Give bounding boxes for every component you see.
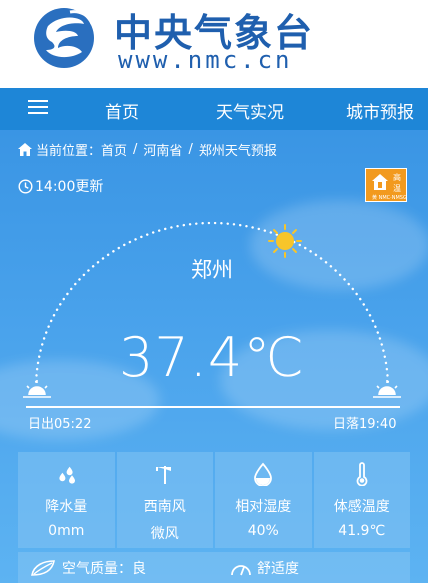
city-name: 郑州 (191, 258, 233, 282)
wind-vane-icon (155, 466, 171, 484)
sun-icon (268, 224, 302, 258)
precipitation-value: 0mm (48, 523, 85, 539)
hamburger-menu-icon[interactable] (28, 100, 48, 116)
card-humidity: 相对湿度 40% (215, 452, 312, 548)
weather-details: 降水量 0mm 西南风 微风 相对湿度 40% 体感温度 41.9℃ (18, 452, 410, 548)
leaf-icon (31, 560, 55, 576)
card-wind: 西南风 微风 (116, 452, 213, 548)
humidity-label: 相对湿度 (235, 499, 292, 515)
wind-direction: 西南风 (143, 499, 186, 515)
comfort-index[interactable]: 舒适度 (230, 558, 299, 578)
air-quality-value: 良 (132, 561, 146, 577)
wind-strength: 微风 (150, 526, 179, 542)
weather-panel: 当前位置： 首页 / 河南省 / 郑州天气预报 14:00更新 高温 黄 NMC… (0, 130, 428, 583)
thermometer-icon (356, 462, 368, 486)
bottom-info-bar: 空气质量： 良 舒适度 (18, 552, 410, 583)
nav-item-live-weather[interactable]: 天气实况 (216, 98, 284, 123)
nav-item-home[interactable]: 首页 (105, 98, 139, 123)
nav-item-city-forecast[interactable]: 城市预报 (346, 98, 414, 123)
sunrise-time: 日出05:22 (28, 417, 92, 432)
main-nav: 首页 天气实况 城市预报 (0, 88, 428, 130)
humidity-value: 40% (247, 523, 279, 539)
raindrops-icon (59, 466, 76, 484)
card-precipitation: 降水量 0mm (18, 452, 115, 548)
site-header: 中央气象台 www.nmc.cn (0, 0, 428, 88)
humidity-drop-icon (254, 462, 273, 486)
comfort-label: 舒适度 (257, 561, 299, 577)
feels-like-label: 体感温度 (333, 499, 390, 515)
nmc-logo-icon[interactable] (30, 4, 102, 70)
brand-url[interactable]: www.nmc.cn (118, 46, 293, 74)
air-quality[interactable]: 空气质量： 良 (30, 558, 146, 578)
feels-like-value: 41.9℃ (338, 523, 386, 539)
gauge-icon (231, 565, 251, 576)
sunset-time: 日落19:40 (333, 417, 397, 432)
current-temperature: 37.4℃ (119, 326, 305, 389)
card-feels-like: 体感温度 41.9℃ (313, 452, 410, 548)
air-quality-label: 空气质量： (62, 561, 132, 577)
precipitation-label: 降水量 (45, 499, 88, 515)
